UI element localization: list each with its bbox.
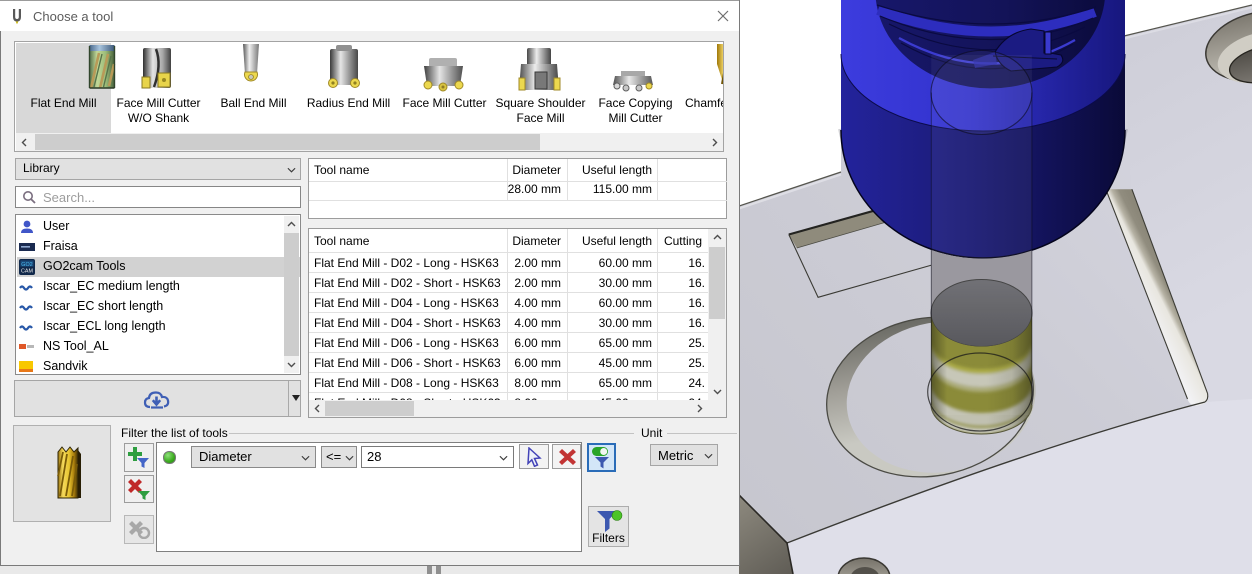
svg-text:CAM: CAM <box>21 269 33 275</box>
svg-text:GO2: GO2 <box>21 262 32 268</box>
